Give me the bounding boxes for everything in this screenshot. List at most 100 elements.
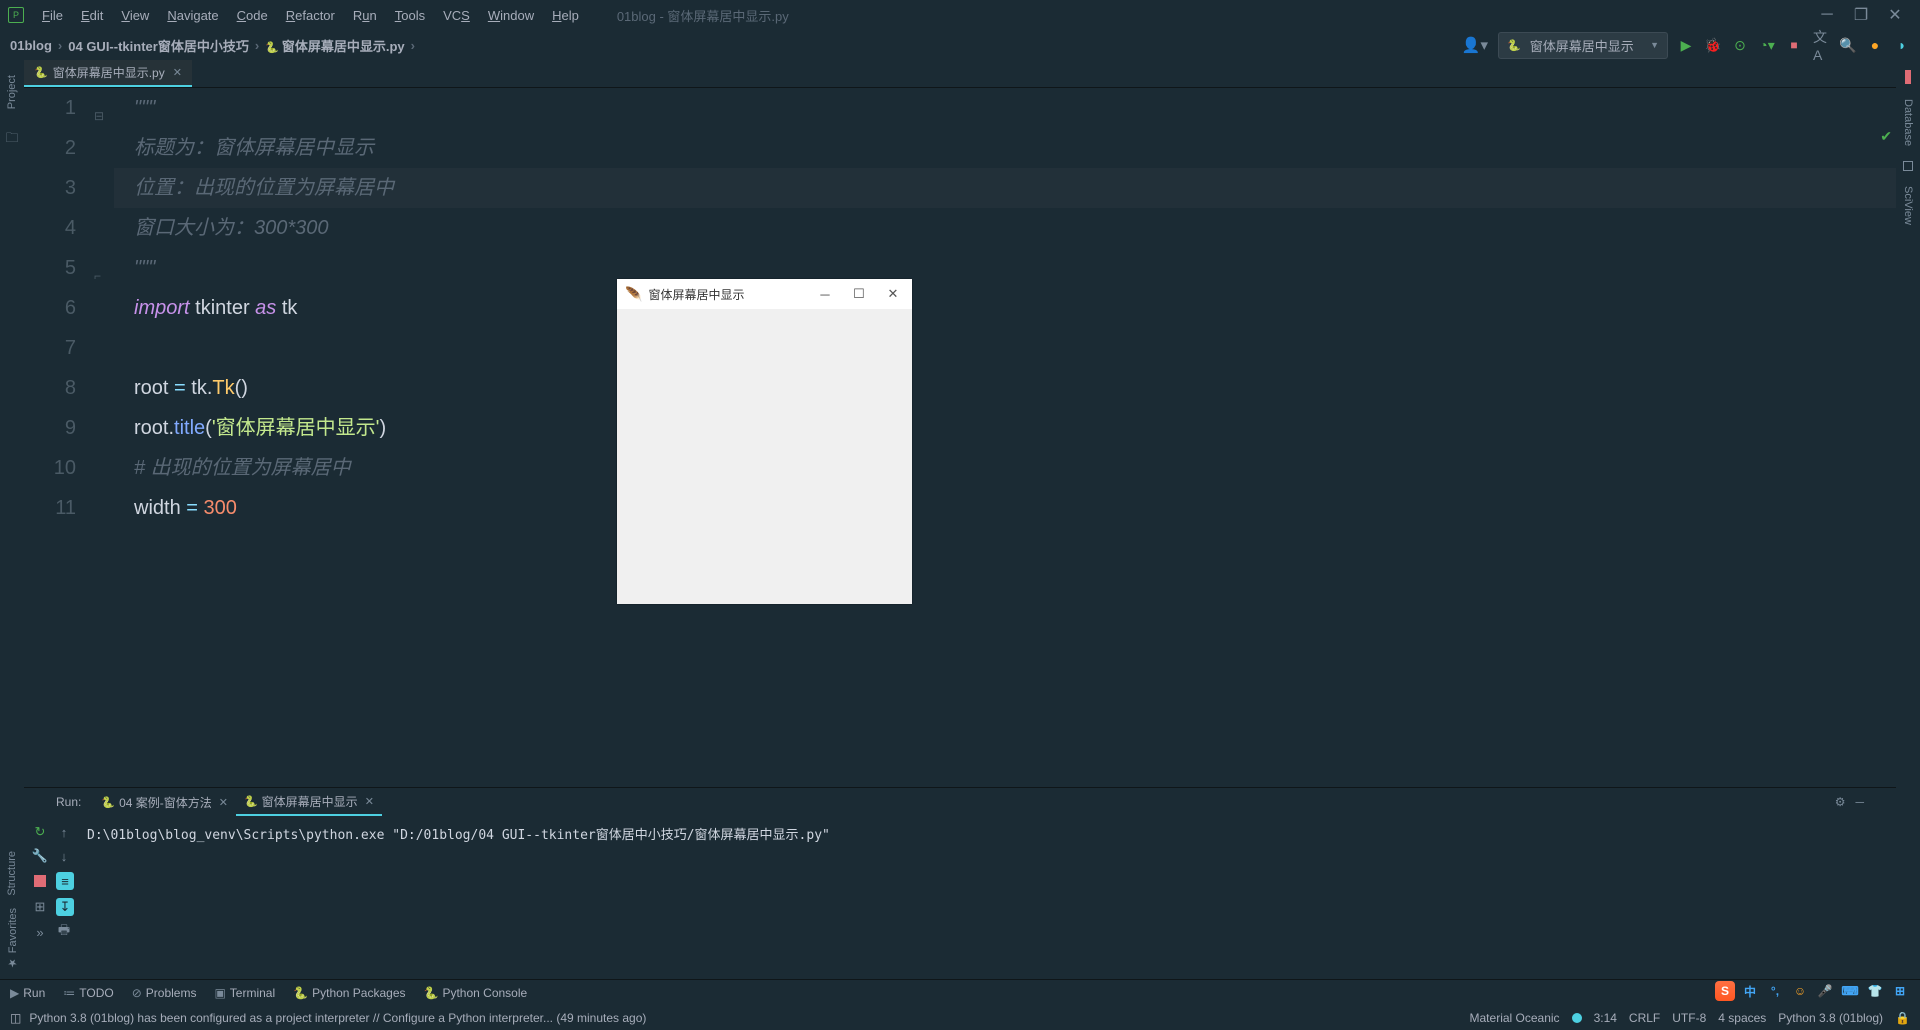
- cursor-position[interactable]: 3:14: [1594, 1011, 1617, 1025]
- error-stripe-indicator[interactable]: [1905, 70, 1911, 84]
- status-message[interactable]: Python 3.8 (01blog) has been configured …: [29, 1011, 646, 1025]
- theme-indicator[interactable]: Material Oceanic: [1470, 1011, 1560, 1025]
- structure-tool-button[interactable]: Structure: [6, 851, 18, 896]
- menu-navigate[interactable]: Navigate: [159, 4, 226, 27]
- menu-file[interactable]: File: [34, 4, 71, 27]
- search-icon[interactable]: 🔍: [1840, 37, 1856, 53]
- inspection-ok-icon[interactable]: ✔: [1880, 128, 1892, 145]
- ime-voice-icon[interactable]: 🎤: [1815, 981, 1835, 1001]
- status-bar: ◫ Python 3.8 (01blog) has been configure…: [0, 1006, 1920, 1030]
- menu-refactor[interactable]: Refactor: [278, 4, 343, 27]
- ime-toolbar[interactable]: S 中 °, ☺ 🎤 ⌨ 👕 ⊞: [1715, 980, 1910, 1002]
- soft-wrap-icon[interactable]: ≡: [56, 872, 74, 890]
- debug-icon[interactable]: 🐞: [1705, 37, 1721, 53]
- database-icon[interactable]: [1903, 161, 1913, 171]
- coverage-icon[interactable]: ⊙: [1732, 37, 1748, 53]
- menu-code[interactable]: Code: [229, 4, 276, 27]
- breadcrumb-file[interactable]: 🐍窗体屏幕居中显示.py: [265, 36, 405, 55]
- run-tab[interactable]: 🐍 04 案例-窗体方法 ✕: [93, 790, 236, 815]
- minimize-icon[interactable]: ─: [1820, 8, 1834, 22]
- file-encoding[interactable]: UTF-8: [1672, 1011, 1706, 1025]
- editor-tab-active[interactable]: 🐍 窗体屏幕居中显示.py ✕: [24, 60, 192, 87]
- sogou-ime-icon[interactable]: S: [1715, 981, 1735, 1001]
- python-icon: 🐍: [101, 796, 115, 809]
- fold-end-icon[interactable]: ⌐: [94, 256, 101, 296]
- menu-help[interactable]: Help: [544, 4, 587, 27]
- ime-toolbox-icon[interactable]: ⊞: [1890, 981, 1910, 1001]
- python-file-icon: 🐍: [265, 41, 279, 54]
- breadcrumb-folder[interactable]: 04 GUI--tkinter窗体居中小技巧: [68, 36, 249, 55]
- stop-icon[interactable]: [32, 873, 48, 889]
- chevron-down-icon: ▼: [1650, 40, 1659, 50]
- ime-lang-icon[interactable]: 中: [1740, 981, 1760, 1001]
- close-tab-icon[interactable]: ✕: [173, 66, 182, 79]
- translate-icon[interactable]: 文A: [1813, 37, 1829, 53]
- run-tool-button[interactable]: ▶Run: [10, 986, 45, 1000]
- python-icon: 🐍: [1507, 39, 1521, 52]
- line-separator[interactable]: CRLF: [1629, 1011, 1660, 1025]
- window-title: 01blog - 窗体屏幕居中显示.py: [617, 6, 789, 25]
- menu-run[interactable]: Run: [345, 4, 385, 27]
- run-configuration-selector[interactable]: 🐍 窗体屏幕居中显示 ▼: [1498, 32, 1668, 59]
- close-tab-icon[interactable]: ✕: [365, 795, 374, 808]
- sciview-tool-button[interactable]: SciView: [1902, 181, 1914, 230]
- down-icon[interactable]: ↓: [56, 848, 72, 864]
- scroll-end-icon[interactable]: ↧: [56, 898, 74, 916]
- tk-minimize-icon[interactable]: ─: [818, 287, 832, 301]
- terminal-icon: ▣: [214, 986, 225, 1000]
- tk-maximize-icon[interactable]: ☐: [852, 287, 866, 301]
- ime-punct-icon[interactable]: °,: [1765, 981, 1785, 1001]
- menu-view[interactable]: View: [113, 4, 157, 27]
- run-panel-title: Run:: [56, 795, 81, 809]
- lock-icon[interactable]: 🔒: [1895, 1011, 1910, 1025]
- fold-toggle-icon[interactable]: ⊟: [94, 96, 104, 136]
- indent-setting[interactable]: 4 spaces: [1718, 1011, 1766, 1025]
- menu-edit[interactable]: Edit: [73, 4, 111, 27]
- python-packages-tool-button[interactable]: 🐍Python Packages: [293, 986, 405, 1000]
- code-editor[interactable]: 12 34 56 78 910 11 ⊟ ⌐ """ 标题为：窗体屏幕居中显示 …: [24, 88, 1896, 787]
- status-bar-toggle-icon[interactable]: ◫: [10, 1011, 21, 1025]
- run-icon[interactable]: ▶: [1678, 37, 1694, 53]
- interpreter-indicator[interactable]: Python 3.8 (01blog): [1778, 1011, 1883, 1025]
- run-console-output[interactable]: D:\01blog\blog_venv\Scripts\python.exe "…: [79, 816, 1896, 979]
- close-tab-icon[interactable]: ✕: [219, 796, 228, 809]
- favorites-tool-button[interactable]: ★ Favorites: [6, 908, 19, 969]
- tk-close-icon[interactable]: ✕: [886, 287, 900, 301]
- settings-icon[interactable]: ⚙: [1835, 795, 1846, 809]
- chevron-right-icon: ›: [255, 38, 259, 53]
- play-icon: ▶: [10, 986, 19, 1000]
- maximize-icon[interactable]: ❐: [1854, 8, 1868, 22]
- menu-vcs[interactable]: VCS: [435, 4, 478, 27]
- breadcrumb-project[interactable]: 01blog: [10, 38, 52, 53]
- rerun-icon[interactable]: ↻: [32, 824, 48, 840]
- ime-keyboard-icon[interactable]: ⌨: [1840, 981, 1860, 1001]
- close-icon[interactable]: ✕: [1888, 8, 1902, 22]
- user-dropdown-icon[interactable]: 👤▾: [1462, 36, 1488, 54]
- stop-icon[interactable]: ■: [1786, 37, 1802, 53]
- sync-icon[interactable]: ●: [1867, 37, 1883, 53]
- layout-icon[interactable]: ⊞: [32, 899, 48, 915]
- ime-skin-icon[interactable]: 👕: [1865, 981, 1885, 1001]
- python-console-tool-button[interactable]: 🐍Python Console: [424, 986, 528, 1000]
- terminal-tool-button[interactable]: ▣Terminal: [214, 986, 275, 1000]
- menu-tools[interactable]: Tools: [387, 4, 433, 27]
- avatar-icon[interactable]: ◗: [1894, 37, 1910, 53]
- todo-tool-button[interactable]: ≔TODO: [63, 986, 113, 1000]
- run-tab-active[interactable]: 🐍 窗体屏幕居中显示 ✕: [236, 789, 382, 816]
- more-icon[interactable]: »: [32, 924, 48, 940]
- minimize-panel-icon[interactable]: ─: [1855, 795, 1864, 809]
- menu-window[interactable]: Window: [480, 4, 542, 27]
- tkinter-window-body[interactable]: [617, 309, 912, 604]
- code-content[interactable]: """ 标题为：窗体屏幕居中显示 位置：出现的位置为屏幕居中 窗口大小为：300…: [114, 88, 1896, 787]
- print-icon[interactable]: 🖶: [56, 924, 72, 940]
- project-tool-button[interactable]: Project: [6, 70, 18, 114]
- tkinter-app-window[interactable]: 🪶 窗体屏幕居中显示 ─ ☐ ✕: [617, 279, 912, 604]
- database-tool-button[interactable]: Database: [1902, 94, 1914, 151]
- tkinter-titlebar[interactable]: 🪶 窗体屏幕居中显示 ─ ☐ ✕: [617, 279, 912, 309]
- folder-icon[interactable]: 🗀: [5, 129, 18, 151]
- profile-icon[interactable]: ◔▾: [1759, 37, 1775, 53]
- wrench-icon[interactable]: 🔧: [32, 848, 48, 864]
- ime-emoji-icon[interactable]: ☺: [1790, 981, 1810, 1001]
- problems-tool-button[interactable]: ⊘Problems: [132, 986, 197, 1000]
- up-icon[interactable]: ↑: [56, 824, 72, 840]
